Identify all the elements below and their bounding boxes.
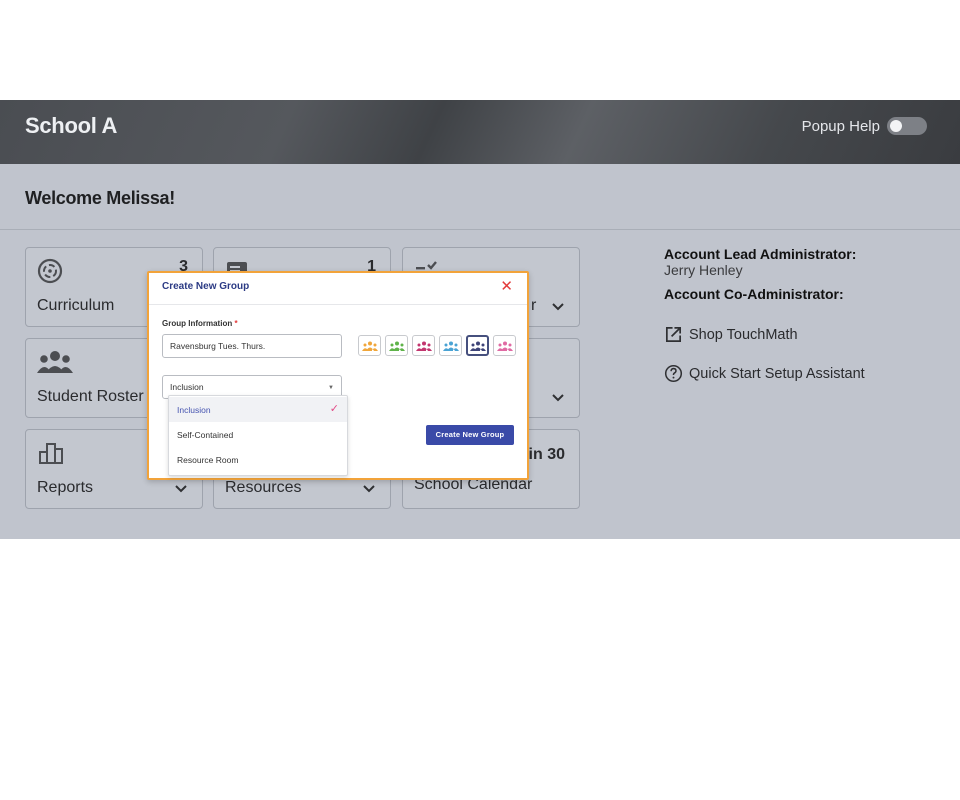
toggle-knob xyxy=(890,120,902,132)
chevron-down-icon[interactable] xyxy=(551,391,565,405)
card-label: Curriculum xyxy=(37,297,115,314)
check-icon: ✓ xyxy=(329,403,339,415)
chevron-down-icon[interactable] xyxy=(174,482,188,496)
swatch-green[interactable] xyxy=(385,335,408,356)
school-name: School A xyxy=(25,113,118,138)
group-icon xyxy=(388,341,405,351)
co-admin-title: Account Co-Administrator: xyxy=(664,286,844,302)
create-new-group-button[interactable]: Create New Group xyxy=(426,425,514,445)
chevron-down-icon[interactable] xyxy=(551,300,565,314)
card-count: in 30 xyxy=(528,446,565,463)
required-mark: * xyxy=(234,319,238,328)
external-link-icon xyxy=(665,326,682,343)
group-name-input[interactable]: Ravensburg Tues. Thurs. xyxy=(162,334,342,358)
swatch-pink[interactable] xyxy=(493,335,516,356)
option-label: Resource Room xyxy=(177,455,239,465)
bar-chart-icon xyxy=(39,443,63,464)
caret-down-icon: ▼ xyxy=(328,385,334,391)
lead-admin-name: Jerry Henley xyxy=(664,262,743,278)
curriculum-icon xyxy=(37,258,63,284)
swatch-blue[interactable] xyxy=(439,335,462,356)
modal-divider xyxy=(149,304,527,305)
modal-title: Create New Group xyxy=(162,281,250,292)
group-icon xyxy=(415,341,432,351)
setup-link-label: Quick Start Setup Assistant xyxy=(689,365,865,382)
swatch-orange[interactable] xyxy=(358,335,381,356)
quick-start-link[interactable]: Quick Start Setup Assistant xyxy=(664,364,865,383)
color-swatches xyxy=(358,335,516,356)
close-icon[interactable]: ✕ xyxy=(500,277,513,295)
card-label: Student Roster xyxy=(37,388,144,405)
popup-help-toggle[interactable] xyxy=(887,117,927,135)
students-icon xyxy=(37,351,73,373)
account-info-panel: Account Lead Administrator: Jerry Henley… xyxy=(664,246,944,383)
group-info-label: Group Information * xyxy=(162,319,238,328)
swatch-navy[interactable] xyxy=(466,335,489,356)
group-icon xyxy=(442,341,459,351)
group-icon xyxy=(361,341,378,351)
welcome-heading: Welcome Melissa! xyxy=(25,188,175,208)
group-icon xyxy=(469,341,486,351)
group-type-dropdown: Inclusion ✓ Self-Contained Resource Room xyxy=(168,395,348,476)
option-label: Self-Contained xyxy=(177,430,234,440)
card-label: Resources xyxy=(225,479,302,496)
help-circle-icon xyxy=(664,364,683,383)
card-label: Reports xyxy=(37,479,94,496)
header: School A Popup Help xyxy=(0,100,960,164)
option-label: Inclusion xyxy=(177,405,211,415)
dropdown-option-resource-room[interactable]: Resource Room xyxy=(169,447,347,472)
welcome-bar: Welcome Melissa! xyxy=(0,164,960,230)
group-type-value: Inclusion xyxy=(170,382,204,392)
group-icon xyxy=(496,341,513,351)
dropdown-option-self-contained[interactable]: Self-Contained xyxy=(169,422,347,447)
dropdown-option-inclusion[interactable]: Inclusion ✓ xyxy=(169,397,347,422)
lead-admin-title: Account Lead Administrator: xyxy=(664,246,857,262)
shop-touchmath-link[interactable]: Shop TouchMath xyxy=(664,325,798,344)
group-info-text: Group Information xyxy=(162,319,233,328)
card-label: r xyxy=(531,297,537,314)
chevron-down-icon[interactable] xyxy=(362,482,376,496)
popup-help-label: Popup Help xyxy=(801,118,880,135)
shop-link-label: Shop TouchMath xyxy=(689,326,798,343)
swatch-magenta[interactable] xyxy=(412,335,435,356)
